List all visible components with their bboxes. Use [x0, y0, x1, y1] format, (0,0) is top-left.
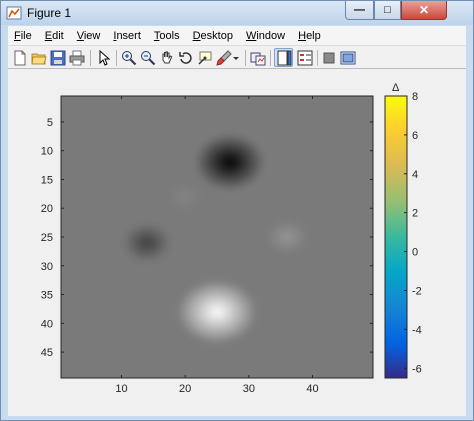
menu-desktop[interactable]: Desktop: [187, 30, 240, 42]
colorbar-tick-label: 8: [412, 91, 418, 103]
colorbar-tick-label: 2: [412, 208, 418, 220]
menu-window[interactable]: Window: [240, 30, 292, 42]
maximize-button[interactable]: □: [374, 1, 401, 20]
insert-colorbar-icon[interactable]: [276, 50, 292, 66]
close-icon: ✕: [418, 3, 430, 17]
menu-view[interactable]: View: [71, 30, 108, 42]
colorbar-tick-label: -2: [412, 285, 422, 297]
zoom-in-icon[interactable]: [121, 50, 137, 66]
minimize-icon: —: [354, 4, 365, 16]
menu-desktop-label: esktop: [200, 29, 233, 42]
y-tick-label: 40: [41, 318, 53, 330]
minimize-button[interactable]: —: [345, 1, 374, 20]
x-tick-label: 20: [179, 383, 191, 395]
show-plot-tools-icon[interactable]: [340, 50, 356, 66]
open-file-icon[interactable]: [31, 50, 47, 66]
menu-view-accel: V: [76, 29, 84, 42]
figure-window: Figure 1 — □ ✕ File Edit View Insert Too…: [0, 0, 474, 421]
hide-plot-tools-icon[interactable]: [321, 50, 337, 66]
menu-tools[interactable]: Tools: [148, 30, 187, 42]
figure-toolbar: [8, 45, 466, 69]
menu-window-label: indow: [256, 29, 286, 42]
save-icon[interactable]: [50, 50, 66, 66]
title-bar[interactable]: Figure 1 — □ ✕: [1, 1, 473, 25]
menu-help-accel: H: [298, 29, 307, 42]
zoom-out-icon[interactable]: [140, 50, 156, 66]
y-tick-label: 5: [47, 117, 53, 129]
colorbar-tick-label: 4: [412, 169, 418, 181]
menu-help[interactable]: Help: [292, 30, 328, 42]
colorbar-tick-label: -6: [412, 363, 422, 375]
colorbar-tick-label: 0: [412, 247, 418, 259]
y-tick-label: 10: [41, 146, 53, 158]
pointer-icon[interactable]: [96, 50, 112, 66]
insert-legend-icon[interactable]: [297, 50, 313, 66]
x-tick-label: 40: [306, 383, 318, 395]
maximize-icon: □: [384, 4, 391, 16]
menu-edit-accel: E: [44, 29, 53, 42]
brush-dropdown-icon[interactable]: [232, 50, 240, 66]
link-plot-icon[interactable]: [250, 50, 266, 66]
y-tick-label: 15: [41, 174, 53, 186]
menu-help-label: elp: [306, 29, 321, 42]
toolbar-separator: [317, 50, 318, 66]
menu-desktop-accel: D: [192, 29, 201, 42]
figure-canvas[interactable]: 10 20 30 40 5 10 15 20 25 30 35 40 45 Δ 8 6 4 2 0 -2 -4 -6: [8, 69, 466, 416]
y-tick-label: 45: [41, 347, 53, 359]
heatmap-plot: 10 20 30 40 51015202530354045 Δ 86420-2-4-6: [41, 82, 422, 395]
y-tick-label: 25: [41, 232, 53, 244]
menu-file[interactable]: File: [8, 30, 39, 42]
rotate-3d-icon[interactable]: [178, 50, 194, 66]
menu-edit-label: dit: [52, 29, 64, 42]
y-tick-label: 30: [41, 261, 53, 273]
y-tick-label: 20: [41, 203, 53, 215]
menu-window-accel: W: [245, 29, 257, 42]
x-tick-label: 10: [115, 383, 127, 395]
menu-tools-label: ools: [159, 29, 180, 42]
colorbar-tick-label: 6: [412, 130, 418, 142]
pan-hand-icon[interactable]: [159, 50, 175, 66]
window-title: Figure 1: [27, 6, 72, 20]
menu-insert[interactable]: Insert: [107, 30, 148, 42]
menu-insert-label: nsert: [116, 29, 141, 42]
close-button[interactable]: ✕: [401, 1, 447, 20]
data-cursor-icon[interactable]: [197, 50, 213, 66]
heatmap-feature: [194, 133, 265, 191]
colorbar[interactable]: [384, 95, 408, 379]
toolbar-separator: [270, 50, 271, 66]
toolbar-separator: [90, 50, 91, 66]
heatmap-feature: [123, 223, 171, 263]
menu-file-label: ile: [20, 29, 32, 42]
heatmap-feature: [167, 182, 203, 212]
colorbar-tick-label: -4: [412, 324, 422, 336]
y-tick-label: 35: [41, 290, 53, 302]
toolbar-separator: [245, 50, 246, 66]
new-figure-icon[interactable]: [12, 50, 28, 66]
heatmap-feature: [266, 220, 308, 254]
menu-edit[interactable]: Edit: [39, 30, 71, 42]
matlab-figure-icon: [6, 6, 22, 20]
heatmap-image: [61, 96, 373, 378]
menu-file-accel: F: [14, 29, 21, 42]
heatmap-feature: [177, 279, 257, 344]
menu-view-label: iew: [83, 29, 101, 42]
print-icon[interactable]: [69, 50, 85, 66]
toolbar-separator: [116, 50, 117, 66]
brush-icon[interactable]: [216, 50, 232, 66]
x-tick-label: 30: [243, 383, 255, 395]
colorbar-title: Δ: [392, 82, 400, 94]
menu-bar: File Edit View Insert Tools Desktop Wind…: [8, 26, 466, 45]
